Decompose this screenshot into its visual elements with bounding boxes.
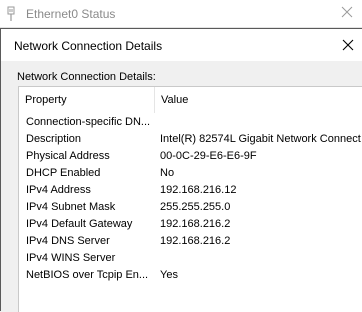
network-connection-details-dialog: Network Connection Details Network Conne…: [0, 28, 362, 312]
table-row[interactable]: IPv4 Default Gateway 192.168.216.2: [19, 216, 362, 233]
table-row[interactable]: IPv4 DNS Server 192.168.216.2: [19, 233, 362, 250]
table-row[interactable]: DHCP Enabled No: [19, 165, 362, 182]
table-row[interactable]: NetBIOS over Tcpip En... Yes: [19, 267, 362, 284]
property-cell: NetBIOS over Tcpip En...: [26, 269, 149, 281]
background-close-icon[interactable]: [340, 6, 354, 20]
table-row[interactable]: Physical Address 00-0C-29-E6-E6-9F: [19, 148, 362, 165]
table-row[interactable]: IPv4 Subnet Mask 255.255.255.0: [19, 199, 362, 216]
details-list-view[interactable]: Property Value Connection-specific DN...…: [19, 87, 362, 312]
value-cell: 00-0C-29-E6-E6-9F: [160, 150, 257, 162]
value-cell: [160, 250, 362, 267]
table-row[interactable]: Connection-specific DN...: [19, 114, 362, 131]
value-cell: [160, 114, 362, 131]
column-header-value[interactable]: Value: [155, 87, 362, 113]
close-icon[interactable]: [334, 29, 362, 61]
property-cell: IPv4 Subnet Mask: [26, 201, 116, 213]
property-cell: IPv4 DNS Server: [26, 235, 110, 247]
value-cell: Yes: [160, 269, 178, 281]
value-cell: 192.168.216.12: [160, 184, 237, 196]
network-adapter-icon: [6, 6, 16, 22]
value-cell: No: [160, 167, 175, 179]
value-cell: 192.168.216.2: [160, 235, 231, 247]
value-cell: 255.255.255.0: [160, 201, 231, 213]
property-cell: IPv4 Address: [26, 184, 91, 196]
property-cell: Physical Address: [26, 150, 110, 162]
table-row[interactable]: IPv4 Address 192.168.216.12: [19, 182, 362, 199]
background-window-title: Ethernet0 Status: [26, 7, 116, 21]
background-window-titlebar: Ethernet0 Status: [0, 0, 362, 28]
column-header-property[interactable]: Property: [19, 87, 154, 113]
property-cell: IPv4 Default Gateway: [26, 218, 133, 230]
table-row[interactable]: IPv4 WINS Server: [19, 250, 362, 267]
table-row[interactable]: Description Intel(R) 82574L Gigabit Netw…: [19, 131, 362, 148]
property-cell: DHCP Enabled: [26, 167, 101, 179]
value-cell: 192.168.216.2: [160, 218, 231, 230]
property-cell: IPv4 WINS Server: [26, 252, 116, 264]
details-frame: Property Value Connection-specific DN...…: [18, 86, 362, 312]
value-cell: Intel(R) 82574L Gigabit Network Connect: [160, 133, 361, 145]
property-cell: Connection-specific DN...: [26, 116, 151, 128]
property-cell: Description: [26, 133, 82, 145]
section-label: Network Connection Details:: [17, 71, 156, 83]
list-rows: Connection-specific DN... Description In…: [19, 114, 362, 284]
list-header: Property Value: [19, 87, 362, 113]
dialog-titlebar: Network Connection Details: [1, 29, 362, 61]
dialog-title: Network Connection Details: [14, 39, 163, 53]
